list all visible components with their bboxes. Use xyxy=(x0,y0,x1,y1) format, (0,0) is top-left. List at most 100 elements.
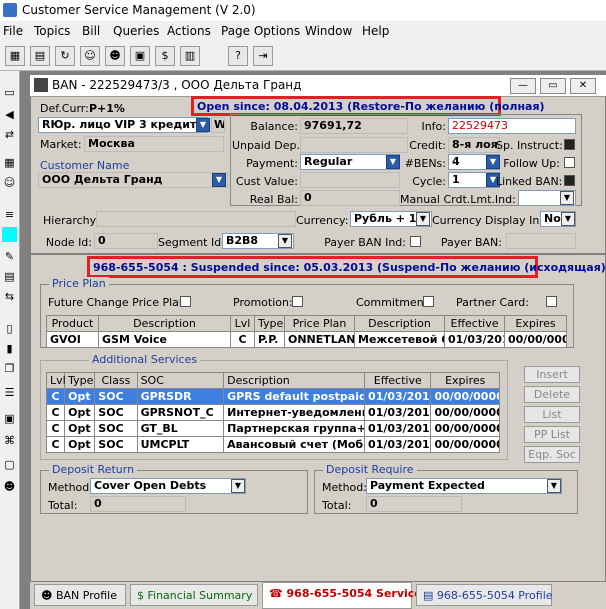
payer-ban-ind-checkbox[interactable] xyxy=(410,236,421,247)
user-icon[interactable]: ☺ xyxy=(2,175,17,190)
pp-col-price-plan[interactable]: Price Plan xyxy=(284,315,355,332)
network-icon[interactable]: ⌘ xyxy=(2,433,17,448)
list-button[interactable]: List xyxy=(524,406,580,423)
toolbar-exit-icon[interactable]: ⇥ xyxy=(253,46,273,66)
future-change-checkbox[interactable] xyxy=(180,296,191,307)
document-icon[interactable]: ≡ xyxy=(2,207,17,222)
account-type-dropdown-icon[interactable]: ▼ xyxy=(196,118,210,132)
table-row[interactable]: C Opt SOC GPRSDR GPRS default postpaid p… xyxy=(45,388,500,405)
folder-icon[interactable]: ▭ xyxy=(2,85,17,100)
pp-col-effective[interactable]: Effective xyxy=(444,315,505,332)
svc-col-expires[interactable]: Expires xyxy=(430,372,500,389)
segment-id-dropdown-icon[interactable]: ▼ xyxy=(278,234,292,248)
copy-icon[interactable]: ❐ xyxy=(2,361,17,376)
account-type-select[interactable]: RЮр. лицо VIP 3 кредит xyxy=(38,117,208,133)
deposit-require-method-select[interactable]: Payment Expected xyxy=(366,478,562,494)
pages-icon[interactable]: ▮ xyxy=(2,341,17,356)
partner-card-checkbox[interactable] xyxy=(546,296,557,307)
toolbar-help-icon[interactable]: ? xyxy=(228,46,248,66)
pp-col-description[interactable]: Description xyxy=(98,315,231,332)
arrows-icon[interactable]: ⇄ xyxy=(2,127,17,142)
svc-col-effective[interactable]: Effective xyxy=(364,372,432,389)
promotion-checkbox[interactable] xyxy=(292,296,303,307)
segment-id-label: Segment Id: xyxy=(158,236,225,249)
transfer-icon[interactable]: ⇆ xyxy=(2,289,17,304)
customer-name-dropdown-icon[interactable]: ▼ xyxy=(212,173,226,187)
insert-button[interactable]: Insert xyxy=(524,366,580,383)
sp-instruct-checkbox[interactable] xyxy=(564,139,575,150)
tab-subscriber-services[interactable]: ☎ 968-655-5054 Services xyxy=(262,582,428,609)
menu-page-options[interactable]: Page Options xyxy=(221,24,300,38)
save-icon[interactable]: ▣ xyxy=(2,411,17,426)
table-cell: C xyxy=(45,420,66,437)
grid-icon[interactable]: ▦ xyxy=(2,155,17,170)
svc-col-soc[interactable]: SOC xyxy=(136,372,225,389)
price-plan-table: Product Description Lvl Type Price Plan … xyxy=(46,315,567,348)
info-input[interactable]: 22529473 xyxy=(448,118,576,134)
tab-subscriber-profile[interactable]: ▤ 968-655-5054 Profile xyxy=(416,584,553,606)
pen-icon[interactable]: ✎ xyxy=(2,249,17,264)
table-row[interactable]: C Opt SOC UMCPLT Авансовый счет (Моб. пл… xyxy=(45,436,500,453)
deposit-return-method-select[interactable]: Cover Open Debts xyxy=(90,478,246,494)
deposit-return-dropdown-icon[interactable]: ▼ xyxy=(231,479,245,493)
menu-window[interactable]: Window xyxy=(305,24,352,38)
linked-ban-checkbox[interactable] xyxy=(564,175,575,186)
pp-col-product[interactable]: Product xyxy=(46,315,99,332)
menu-help[interactable]: Help xyxy=(362,24,389,38)
tab-financial-summary[interactable]: $ Financial Summary xyxy=(130,584,258,606)
currency-display-dropdown-icon[interactable]: ▼ xyxy=(561,212,575,226)
cyan-block-icon[interactable] xyxy=(2,227,17,242)
page-icon[interactable]: ▯ xyxy=(2,321,17,336)
node-id-label: Node Id: xyxy=(45,236,92,249)
menu-topics[interactable]: Topics xyxy=(34,24,70,38)
partner-card-label: Partner Card: xyxy=(456,296,529,309)
pp-col-expires[interactable]: Expires xyxy=(504,315,567,332)
table-row[interactable]: C Opt SOC GPRSNOT_C Интернет-уведомление… xyxy=(45,404,500,421)
table-cell: Межсетевой 61 xyxy=(354,331,445,348)
commitment-checkbox[interactable] xyxy=(423,296,434,307)
toolbar-calendar-icon[interactable]: ▥ xyxy=(180,46,200,66)
currency-dropdown-icon[interactable]: ▼ xyxy=(416,212,430,226)
stack-icon[interactable]: ▤ xyxy=(2,269,17,284)
toolbar-calculator-icon[interactable]: ▤ xyxy=(30,46,50,66)
deposit-require-dropdown-icon[interactable]: ▼ xyxy=(547,479,561,493)
toolbar-user-icon[interactable]: ☺ xyxy=(80,46,100,66)
table-row[interactable]: C Opt SOC GT_BL Партнерская группа+ 01/0… xyxy=(45,420,500,437)
pp-col-type[interactable]: Type xyxy=(254,315,285,332)
payment-select[interactable]: Regular xyxy=(300,154,400,170)
delete-button[interactable]: Delete xyxy=(524,386,580,403)
menu-queries[interactable]: Queries xyxy=(113,24,159,38)
currency-label: Currency: xyxy=(296,214,349,227)
arrow-left-icon[interactable]: ◀ xyxy=(2,107,17,122)
tab-ban-profile[interactable]: ☻ BAN Profile xyxy=(34,584,126,606)
maximize-button[interactable]: ▭ xyxy=(540,78,566,94)
toolbar-grid-icon[interactable]: ▦ xyxy=(5,46,25,66)
svc-col-type[interactable]: Type xyxy=(64,372,96,389)
menu-actions[interactable]: Actions xyxy=(167,24,211,38)
menu-file[interactable]: File xyxy=(3,24,23,38)
close-button[interactable]: ✕ xyxy=(570,78,596,94)
deposit-return-total-label: Total: xyxy=(48,499,78,512)
svc-col-lvl[interactable]: Lvl xyxy=(45,372,66,389)
toolbar-card-icon[interactable]: ▣ xyxy=(130,46,150,66)
table-row[interactable]: GVOI GSM Voice C P.P. ONNETLAN Межсетево… xyxy=(46,331,567,348)
menu-bill[interactable]: Bill xyxy=(82,24,100,38)
svc-col-description[interactable]: Description xyxy=(223,372,366,389)
pp-list-button[interactable]: PP List xyxy=(524,426,580,443)
eqp-soc-button[interactable]: Eqp. Soc xyxy=(524,446,580,463)
list-icon[interactable]: ☰ xyxy=(2,385,17,400)
table-cell: 01/03/2013 xyxy=(444,331,505,348)
window-icon[interactable]: ▢ xyxy=(2,457,17,472)
manual-crdt-dropdown-icon[interactable]: ▼ xyxy=(560,191,574,205)
follow-up-checkbox[interactable] xyxy=(564,157,575,168)
pp-col-pp-description[interactable]: Description xyxy=(354,315,445,332)
payment-dropdown-icon[interactable]: ▼ xyxy=(386,155,400,169)
svc-col-class[interactable]: Class xyxy=(94,372,138,389)
toolbar-users-icon[interactable]: ☻ xyxy=(105,46,125,66)
toolbar-money-icon[interactable]: $ xyxy=(155,46,175,66)
toolbar-refresh-icon[interactable]: ↻ xyxy=(55,46,75,66)
tab-label: 968-655-5054 Profile xyxy=(436,589,553,602)
people-icon[interactable]: ☻ xyxy=(2,479,17,494)
minimize-button[interactable]: — xyxy=(510,78,536,94)
pp-col-lvl[interactable]: Lvl xyxy=(230,315,255,332)
